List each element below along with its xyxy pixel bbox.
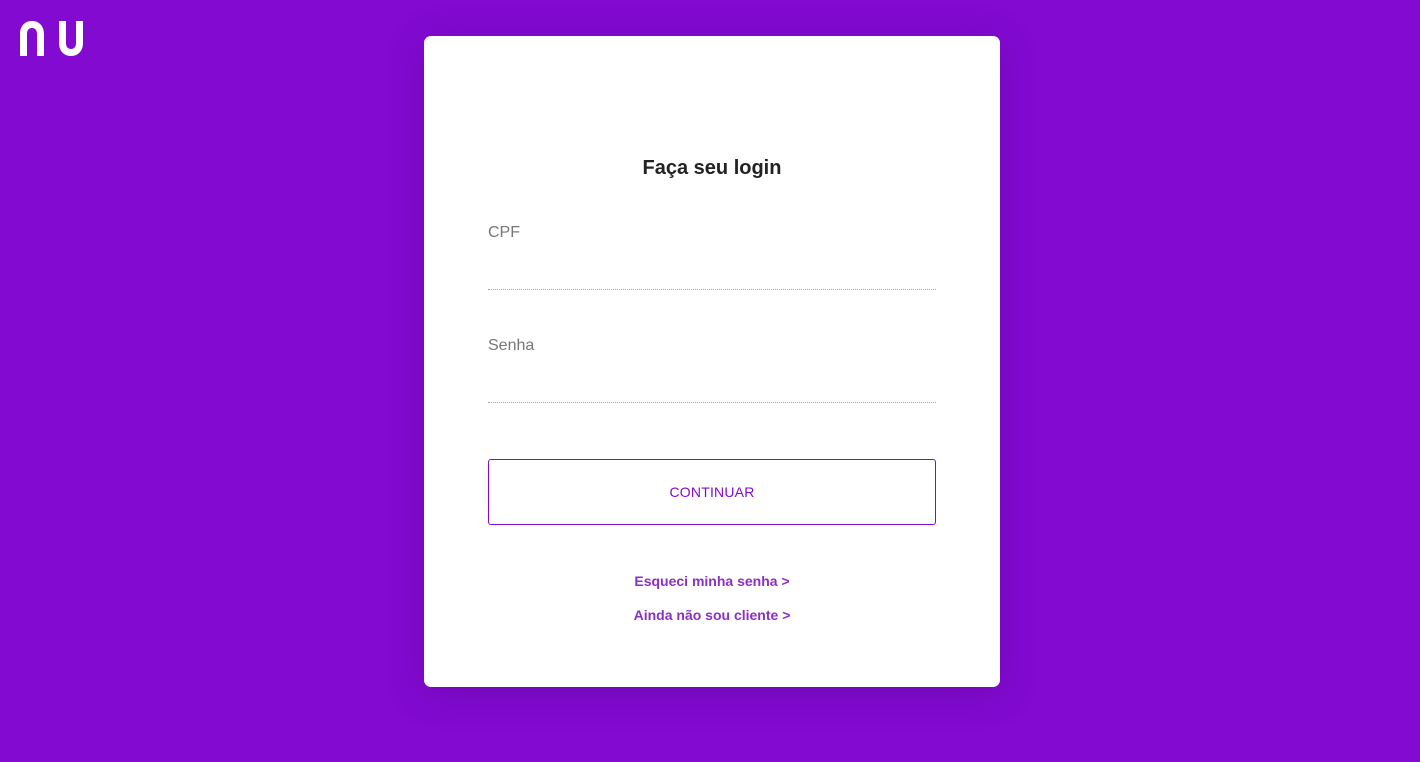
password-input[interactable] [488,372,936,400]
cpf-field[interactable]: CPF [488,224,936,290]
cpf-label: CPF [488,224,520,241]
login-card: Faça seu login CPF Senha CONTINUAR Esque… [424,36,1000,687]
continue-button[interactable]: CONTINUAR [488,459,936,525]
password-field[interactable]: Senha [488,337,936,403]
page-title: Faça seu login [642,157,782,179]
not-client-link[interactable]: Ainda não sou cliente > [424,607,1000,623]
password-label: Senha [488,337,535,354]
nubank-logo-icon[interactable] [19,20,85,57]
forgot-password-link[interactable]: Esqueci minha senha > [424,573,1000,589]
cpf-input[interactable] [488,259,936,287]
